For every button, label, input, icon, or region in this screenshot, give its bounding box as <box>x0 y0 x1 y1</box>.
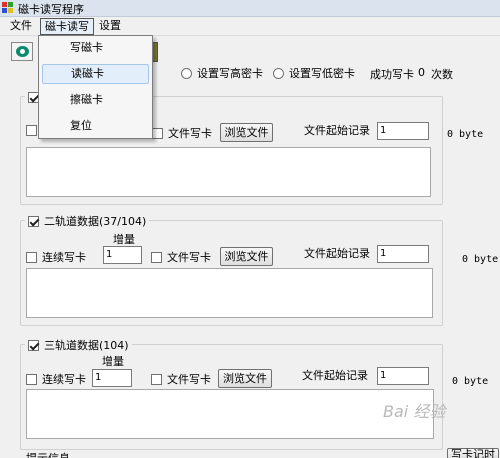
track2-title: 二轨道数据(37/104) <box>25 214 150 228</box>
app-icon <box>2 2 14 14</box>
track2-enable-checkbox[interactable] <box>28 215 39 227</box>
track3-start-record-input[interactable]: 1 <box>377 367 429 385</box>
track2-increment-label: 增量 <box>113 233 135 246</box>
track1-continuous-box <box>26 125 37 136</box>
track1-start-record-input[interactable]: 1 <box>377 122 429 140</box>
track1-file-write-checkbox[interactable]: 文件写卡 <box>152 125 212 141</box>
track3-title: 三轨道数据(104) <box>25 338 132 352</box>
track3-continuous-checkbox[interactable]: 连续写卡 <box>26 371 86 387</box>
write-timer-button[interactable]: 写卡记时 <box>447 448 499 458</box>
dropdown-item-read[interactable]: 读磁卡 <box>42 64 149 84</box>
success-suffix: 次数 <box>431 68 453 81</box>
eye-icon[interactable] <box>11 42 33 61</box>
track2-data-textarea[interactable] <box>26 268 433 318</box>
track1-browse-button[interactable]: 浏览文件 <box>220 123 273 142</box>
radio-high-circle <box>181 67 192 79</box>
track3-increment-label: 增量 <box>102 355 124 368</box>
track1-file-write-label: 文件写卡 <box>168 127 212 140</box>
window-title: 磁卡读写程序 <box>18 3 84 16</box>
radio-low-label: 设置写低密卡 <box>289 67 355 80</box>
bottom-hint-label: 提示信息 <box>26 450 70 458</box>
menu-bar: 文件 磁卡读写 设置 <box>0 17 500 36</box>
track3-increment-input[interactable]: 1 <box>92 369 132 387</box>
track3-start-record-label: 文件起始记录 <box>302 369 368 382</box>
track2-continuous-box <box>26 251 37 263</box>
track2-bytes: 0 byte <box>462 254 499 265</box>
radio-low-circle <box>273 67 284 79</box>
track2-file-write-label: 文件写卡 <box>167 251 211 264</box>
dropdown-item-reset[interactable]: 复位 <box>42 116 149 136</box>
track2-increment-input[interactable]: 1 <box>103 246 142 264</box>
success-prefix: 成功写卡 <box>370 68 414 81</box>
track2-title-label: 二轨道数据(37/104) <box>44 215 147 228</box>
title-bar: 磁卡读写程序 <box>0 0 500 17</box>
radio-high-label: 设置写高密卡 <box>197 67 263 80</box>
dropdown-item-write[interactable]: 写磁卡 <box>42 38 149 58</box>
menu-file[interactable]: 文件 <box>6 18 36 35</box>
track3-title-label: 三轨道数据(104) <box>44 339 129 352</box>
watermark: Bai 经验 <box>383 402 446 421</box>
track3-continuous-label: 连续写卡 <box>42 373 86 386</box>
radio-high-density[interactable]: 设置写高密卡 <box>181 65 263 81</box>
track2-file-write-box <box>151 251 162 263</box>
track3-enable-checkbox[interactable] <box>28 339 39 351</box>
track3-browse-button[interactable]: 浏览文件 <box>218 369 272 388</box>
track2-file-write-checkbox[interactable]: 文件写卡 <box>151 249 211 265</box>
track1-bytes: 0 byte <box>447 129 484 140</box>
track1-data-textarea[interactable] <box>26 147 431 197</box>
track1-file-write-box <box>152 127 163 139</box>
track1-start-record-label: 文件起始记录 <box>304 124 370 137</box>
track3-bytes: 0 byte <box>452 376 489 387</box>
track3-file-write-checkbox[interactable]: 文件写卡 <box>151 371 211 387</box>
track2-start-record-label: 文件起始记录 <box>304 247 370 260</box>
radio-low-density[interactable]: 设置写低密卡 <box>273 65 355 81</box>
track3-file-write-box <box>151 373 162 385</box>
track2-start-record-input[interactable]: 1 <box>377 245 429 263</box>
menu-card-rw[interactable]: 磁卡读写 <box>40 18 94 35</box>
card-rw-dropdown: 写磁卡 读磁卡 擦磁卡 复位 <box>38 35 153 139</box>
track2-continuous-label: 连续写卡 <box>42 251 86 264</box>
track3-file-write-label: 文件写卡 <box>167 373 211 386</box>
success-count: 0 <box>418 66 425 79</box>
dropdown-item-erase[interactable]: 擦磁卡 <box>42 90 149 110</box>
track2-continuous-checkbox[interactable]: 连续写卡 <box>26 249 86 265</box>
menu-settings[interactable]: 设置 <box>95 18 125 35</box>
track2-browse-button[interactable]: 浏览文件 <box>220 247 273 266</box>
track3-continuous-box <box>26 373 37 385</box>
track3-data-textarea[interactable] <box>26 389 434 439</box>
